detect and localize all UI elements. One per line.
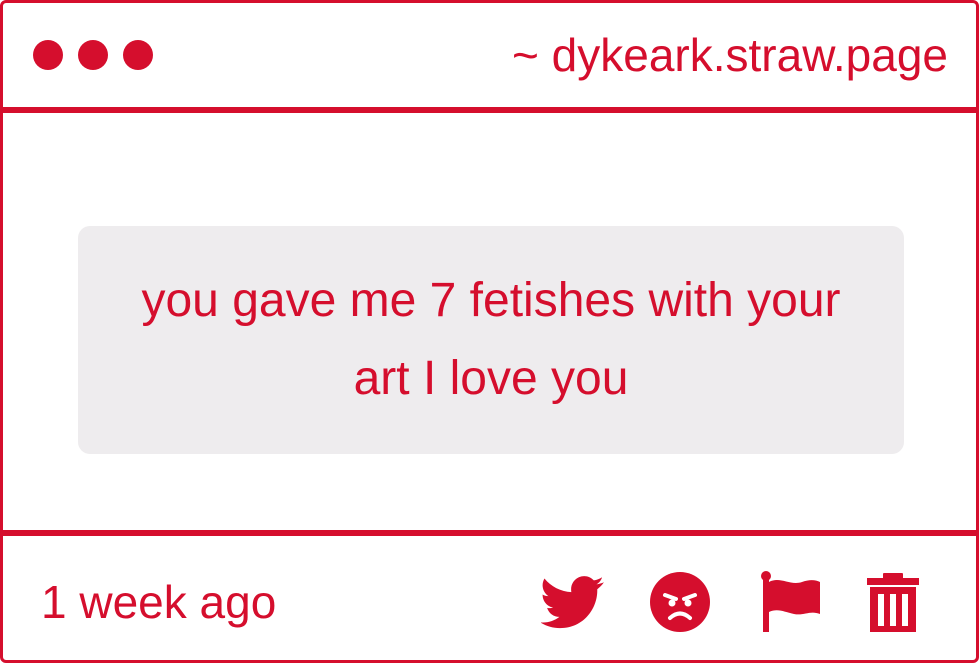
- site-url[interactable]: ~ dykeark.straw.page: [512, 27, 948, 83]
- window-dot-2: [78, 40, 108, 70]
- title-bar: ~ dykeark.straw.page: [3, 3, 976, 113]
- react-angry-button[interactable]: [648, 570, 712, 634]
- trash-icon: [867, 573, 919, 632]
- message-box: you gave me 7 fetishes with your art I l…: [78, 226, 904, 454]
- message-card: ~ dykeark.straw.page you gave me 7 fetis…: [0, 0, 979, 663]
- share-twitter-button[interactable]: [541, 570, 605, 634]
- flag-icon: [761, 571, 820, 632]
- timestamp: 1 week ago: [41, 576, 277, 628]
- delete-button[interactable]: [861, 570, 925, 634]
- footer-bar: 1 week ago: [3, 530, 976, 666]
- report-flag-button[interactable]: [758, 570, 822, 634]
- message-text: you gave me 7 fetishes with your art I l…: [141, 274, 841, 405]
- twitter-icon: [541, 576, 604, 629]
- window-dot-3: [123, 40, 153, 70]
- window-dot-1: [33, 40, 63, 70]
- angry-face-icon: [650, 572, 710, 632]
